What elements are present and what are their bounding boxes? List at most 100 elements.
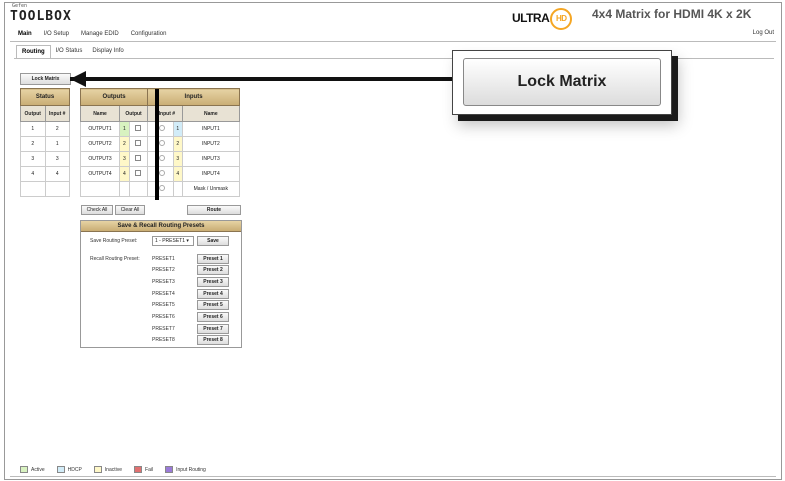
outputs-header: Outputs: [79, 88, 149, 106]
table-row: OUTPUT2 2 2 INPUT2: [80, 136, 241, 152]
input-radio[interactable]: [159, 140, 166, 146]
input-radio[interactable]: [159, 170, 166, 176]
status-input: 3: [44, 151, 70, 167]
recall-preset-label: Recall Routing Preset:: [90, 256, 140, 262]
col-in-name: Name: [181, 105, 241, 122]
legend-item: Inactive: [93, 466, 123, 473]
ultrahd-logo: ULTRA HD: [512, 8, 573, 30]
input-name: INPUT3: [181, 151, 241, 167]
output-number: 4: [119, 166, 130, 182]
tab-routing[interactable]: Routing: [16, 45, 51, 58]
input-radio-cell: [147, 166, 174, 182]
preset-name: PRESET7: [152, 326, 175, 332]
input-radio[interactable]: [159, 155, 166, 161]
legend-label: Inactive: [104, 466, 123, 473]
input-name: INPUT4: [181, 166, 241, 182]
preset-name: PRESET8: [152, 337, 175, 343]
table-row: Mask / Unmask: [80, 181, 241, 197]
mask-radio-cell: [147, 181, 174, 197]
legend-item: HDCP: [56, 466, 82, 473]
output-name: OUTPUT4: [80, 166, 120, 182]
status-input: 1: [44, 136, 70, 152]
table-row: OUTPUT1 1 1 INPUT1: [80, 121, 241, 137]
input-name: INPUT1: [181, 121, 241, 137]
callout-lock-matrix-button: Lock Matrix: [463, 58, 661, 106]
recall-preset-8-button[interactable]: Preset 8: [197, 335, 229, 345]
check-all-button[interactable]: Check All: [81, 205, 113, 215]
output-checkbox[interactable]: [135, 140, 142, 146]
table-row: 33: [20, 151, 70, 167]
preset-name: PRESET4: [152, 291, 175, 297]
input-radio-cell: [147, 136, 174, 152]
table-row: 44: [20, 166, 70, 182]
tab-io-status[interactable]: I/O Status: [51, 45, 88, 58]
output-checkbox[interactable]: [135, 125, 142, 131]
input-number: 2: [172, 136, 183, 152]
tab-display-info[interactable]: Display Info: [87, 45, 128, 58]
status-output: 1: [20, 121, 46, 137]
recall-preset-6-button[interactable]: Preset 6: [197, 312, 229, 322]
status-output: 4: [20, 166, 46, 182]
legend-swatch: [134, 466, 143, 473]
hd-circle: HD: [550, 8, 573, 30]
legend-label: Fail: [145, 466, 154, 473]
input-radio[interactable]: [159, 125, 166, 131]
output-checkbox-cell: [128, 136, 149, 152]
output-checkbox-cell: [128, 166, 149, 182]
tab-manage-edid[interactable]: Manage EDID: [75, 29, 125, 39]
preset-select[interactable]: 1 - PRESET1 ▾: [152, 236, 194, 246]
logout-link[interactable]: Log Out: [753, 30, 774, 36]
recall-preset-2-button[interactable]: Preset 2: [197, 265, 229, 275]
col-input-num: Input #: [147, 105, 183, 122]
recall-preset-3-button[interactable]: Preset 3: [197, 277, 229, 287]
clear-all-button[interactable]: Clear All: [115, 205, 145, 215]
mask-radio[interactable]: [159, 185, 166, 191]
ultra-text: ULTRA: [512, 11, 550, 26]
product-title: 4x4 Matrix for HDMI 4K x 2K: [592, 7, 752, 21]
status-input: 2: [44, 121, 70, 137]
output-checkbox-cell: [128, 121, 149, 137]
table-row: [20, 181, 70, 197]
legend-label: HDCP: [67, 466, 82, 473]
tab-main[interactable]: Main: [12, 29, 38, 39]
recall-preset-7-button[interactable]: Preset 7: [197, 324, 229, 334]
inputs-header: Inputs: [147, 88, 240, 106]
input-number: 4: [172, 166, 183, 182]
preset-name: PRESET2: [152, 267, 175, 273]
mask-unmask-label: Mask / Unmask: [181, 181, 241, 197]
input-radio-cell: [147, 121, 174, 137]
main-nav: Main I/O Setup Manage EDID Configuration: [12, 29, 172, 39]
preset-name: PRESET1: [152, 256, 175, 262]
col-out-name: Name: [80, 105, 120, 122]
recall-preset-1-button[interactable]: Preset 1: [197, 254, 229, 264]
table-row: 12: [20, 121, 70, 137]
status-output: 2: [20, 136, 46, 152]
output-checkbox[interactable]: [135, 170, 142, 176]
legend-swatch: [56, 466, 65, 473]
save-preset-button[interactable]: Save: [197, 236, 229, 246]
status-output: 3: [20, 151, 46, 167]
recall-preset-4-button[interactable]: Preset 4: [197, 289, 229, 299]
callout-arrow-shaft: [70, 77, 453, 81]
output-name: OUTPUT1: [80, 121, 120, 137]
tab-configuration[interactable]: Configuration: [125, 29, 173, 39]
tab-io-setup[interactable]: I/O Setup: [38, 29, 75, 39]
route-button[interactable]: Route: [187, 205, 241, 215]
table-divider-bar: [155, 89, 159, 200]
brand-logo: TOOLBOX: [10, 9, 72, 24]
status-legend: Active HDCP Inactive Fail Input Routing: [20, 466, 206, 473]
input-name: INPUT2: [181, 136, 241, 152]
col-output: Output: [118, 105, 149, 122]
recall-preset-5-button[interactable]: Preset 5: [197, 300, 229, 310]
output-number: 3: [119, 151, 130, 167]
legend-label: Input Routing: [176, 466, 206, 473]
chevron-down-icon: ▾: [186, 238, 189, 244]
preset-name: PRESET6: [152, 314, 175, 320]
presets-header: Save & Recall Routing Presets: [81, 221, 241, 232]
legend-swatch: [93, 466, 102, 473]
callout-arrow-head: [70, 71, 86, 87]
output-name: OUTPUT3: [80, 151, 120, 167]
lock-matrix-button[interactable]: Lock Matrix: [20, 73, 71, 85]
output-checkbox[interactable]: [135, 155, 142, 161]
input-number: 3: [172, 151, 183, 167]
